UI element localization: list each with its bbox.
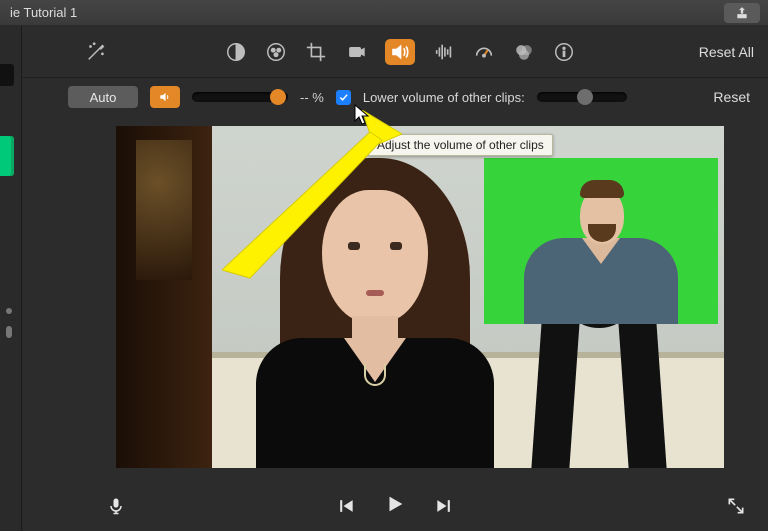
adjust-toolbar: Reset All — [22, 26, 768, 78]
speed-icon[interactable] — [473, 41, 495, 63]
color-balance-icon[interactable] — [225, 41, 247, 63]
mute-button[interactable] — [150, 86, 180, 108]
skip-forward-button[interactable] — [434, 496, 454, 516]
fullscreen-icon — [726, 496, 746, 516]
play-button[interactable] — [384, 493, 406, 520]
skip-back-button[interactable] — [336, 496, 356, 516]
crop-icon[interactable] — [305, 41, 327, 63]
volume-controls-row: Auto -- % Lower volume of other clips: R… — [22, 78, 768, 116]
tooltip: Adjust the volume of other clips — [368, 134, 553, 156]
reset-all-button[interactable]: Reset All — [644, 44, 754, 60]
speaker-icon — [157, 90, 173, 104]
enhance-icon[interactable] — [85, 41, 107, 63]
window-titlebar: ie Tutorial 1 — [0, 0, 768, 26]
ducking-amount-slider[interactable] — [537, 88, 627, 106]
rail-tab-active[interactable] — [0, 136, 14, 176]
video-frame-subject — [236, 148, 506, 468]
lower-volume-checkbox[interactable] — [336, 90, 351, 105]
reset-button[interactable]: Reset — [713, 89, 750, 105]
fullscreen-button[interactable] — [726, 496, 746, 516]
info-icon[interactable] — [553, 41, 575, 63]
auto-button[interactable]: Auto — [68, 86, 138, 108]
play-icon — [384, 493, 406, 515]
mouse-cursor — [354, 104, 370, 126]
picture-in-picture-overlay[interactable] — [484, 158, 718, 324]
transport-bar — [22, 485, 768, 531]
stabilize-icon[interactable] — [345, 41, 367, 63]
effects-icon[interactable] — [513, 41, 535, 63]
check-icon — [338, 92, 349, 103]
rail-tab-library[interactable] — [0, 64, 14, 86]
viewer-area: Adjust the volume of other clips — [22, 116, 768, 531]
window-title: ie Tutorial 1 — [8, 5, 77, 20]
color-wheel-icon[interactable] — [265, 41, 287, 63]
share-icon — [734, 6, 750, 20]
noise-reduction-icon[interactable] — [433, 41, 455, 63]
skip-back-icon — [336, 496, 356, 516]
lower-volume-label: Lower volume of other clips: — [363, 90, 525, 105]
microphone-icon — [106, 496, 126, 516]
voiceover-button[interactable] — [106, 496, 126, 516]
left-rail — [0, 26, 22, 531]
rail-marker — [6, 308, 12, 314]
clip-volume-slider[interactable] — [192, 88, 288, 106]
skip-forward-icon — [434, 496, 454, 516]
video-frame-cabinet — [116, 126, 212, 468]
volume-percent-label: -- % — [300, 90, 324, 105]
volume-icon[interactable] — [385, 39, 415, 65]
preview-viewer[interactable]: Adjust the volume of other clips — [116, 126, 724, 468]
share-button[interactable] — [724, 3, 760, 23]
rail-marker — [6, 326, 12, 338]
